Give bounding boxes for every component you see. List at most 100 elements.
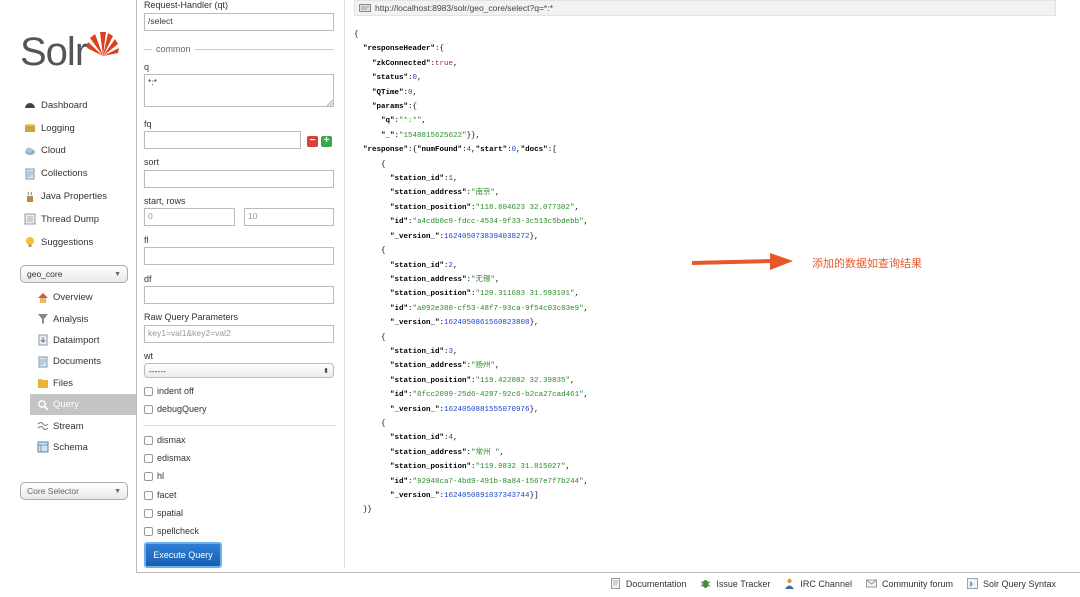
doc-station-position: "118.804623 32.077302" <box>475 203 575 212</box>
doc-station-id: 3 <box>448 347 454 356</box>
core-item-dataimport[interactable]: Dataimport <box>30 330 136 351</box>
wt-select[interactable]: ------ ⬍ <box>144 363 334 378</box>
footer-label: Solr Query Syntax <box>982 578 1056 589</box>
core-item-label: Files <box>53 377 74 389</box>
core-item-files[interactable]: Files <box>30 373 136 394</box>
nav-item-dashboard[interactable]: Dashboard <box>24 94 136 117</box>
doc-station-address: "无锡" <box>471 275 496 284</box>
add-fq-button[interactable]: + <box>321 136 332 147</box>
url-icon <box>359 4 371 12</box>
core-item-overview[interactable]: Overview <box>30 287 136 308</box>
doc-station-address: "扬州" <box>471 362 496 371</box>
bulb-icon <box>26 237 34 248</box>
indent-checkbox[interactable]: indent off <box>144 386 194 396</box>
bug-icon <box>701 580 711 588</box>
doc-station-id: 4 <box>448 434 454 443</box>
core-item-label: Documents <box>53 356 102 368</box>
solr-sun-icon <box>87 32 119 56</box>
core-item-schema[interactable]: Schema <box>30 437 136 458</box>
nav-label: Suggestions <box>41 236 94 248</box>
hl-checkbox[interactable]: hl <box>144 471 164 481</box>
nav-item-suggestions[interactable]: Suggestions <box>24 231 136 254</box>
resize-handle-icon[interactable] <box>327 100 333 106</box>
doc-station-id: 1 <box>448 175 454 184</box>
start-input[interactable]: 0 <box>144 208 235 226</box>
spellcheck-checkbox[interactable]: spellcheck <box>144 526 199 536</box>
edismax-checkbox[interactable]: edismax <box>144 453 191 463</box>
wt-label: wt <box>144 351 153 361</box>
schema-icon <box>37 441 49 453</box>
status-value: 0 <box>412 74 418 83</box>
query-url[interactable]: http://localhost:8983/solr/geo_core/sele… <box>375 3 553 13</box>
core-item-label: Overview <box>53 292 93 304</box>
spatial-checkbox[interactable]: spatial <box>144 508 183 518</box>
filter-icon <box>38 314 48 325</box>
footer-link-issue-tracker[interactable]: Issue Tracker <box>700 578 770 589</box>
nav-item-logging[interactable]: Logging <box>24 117 136 140</box>
edismax-label: edismax <box>157 453 191 463</box>
raw-params-input[interactable]: key1=val1&key2=val2 <box>144 325 334 343</box>
debug-query-checkbox[interactable]: debugQuery <box>144 404 207 414</box>
core-item-label: Query <box>53 399 79 411</box>
q-textarea[interactable]: *:* <box>144 74 334 107</box>
nav-item-collections[interactable]: Collections <box>24 162 136 185</box>
section-divider <box>144 425 336 426</box>
core-selector-value: Core Selector <box>27 486 79 496</box>
core-item-label: Analysis <box>53 313 89 325</box>
core-selector-dropdown[interactable]: Core Selector ▼ <box>20 482 128 500</box>
doc-station-id: 2 <box>448 261 454 270</box>
nav-label: Logging <box>41 122 75 134</box>
query-result: { "responseHeader":{ "zkConnected":true,… <box>354 31 589 515</box>
execute-query-button[interactable]: Execute Query <box>144 542 222 568</box>
core-item-query[interactable]: Query <box>30 393 136 416</box>
sort-input[interactable] <box>144 170 334 188</box>
nav-item-java-properties[interactable]: Java Properties <box>24 185 136 208</box>
q-label: q <box>144 62 150 72</box>
footer-label: IRC Channel <box>800 578 852 589</box>
footer-link-irc-channel[interactable]: IRC Channel <box>784 578 852 589</box>
core-item-stream[interactable]: Stream <box>30 415 136 436</box>
nav-item-thread-dump[interactable]: Thread Dump <box>24 208 136 231</box>
footer-link-community-forum[interactable]: Community forum <box>865 578 953 589</box>
column-separator <box>344 0 345 568</box>
core-item-analysis[interactable]: Analysis <box>30 308 136 329</box>
cloud-icon <box>25 147 35 155</box>
dismax-checkbox[interactable]: dismax <box>144 435 186 445</box>
documentation-icon <box>610 578 620 589</box>
solr-logo[interactable]: Solr <box>20 26 124 78</box>
num-found-value: 4 <box>466 146 472 155</box>
query-url-bar[interactable]: http://localhost:8983/solr/geo_core/sele… <box>354 0 1056 16</box>
request-handler-input[interactable]: /select <box>144 13 334 31</box>
chevron-down-icon: ▼ <box>114 487 121 495</box>
fl-input[interactable] <box>144 247 334 265</box>
common-section-label: common <box>156 44 191 54</box>
core-item-documents[interactable]: Documents <box>30 351 136 372</box>
home-icon <box>38 292 48 303</box>
java-icon <box>27 191 33 202</box>
dataimport-icon <box>38 334 48 346</box>
core-item-label: Schema <box>53 441 88 453</box>
hl-label: hl <box>157 471 165 481</box>
doc-station-position: "119.422082 32.39835" <box>475 376 571 385</box>
doc-id: "a092e380-cf53-48f7-93ca-9f54c03c03e9" <box>412 304 584 313</box>
doc-version: 1624050738394038272 <box>444 232 530 241</box>
footer-link-documentation[interactable]: Documentation <box>610 578 686 589</box>
param-underscore-value: "1548815625622" <box>399 131 467 140</box>
zk-connected-value: true <box>435 59 454 68</box>
rows-input[interactable]: 10 <box>244 208 334 226</box>
nav-item-cloud[interactable]: Cloud <box>24 140 136 163</box>
fq-input[interactable] <box>144 131 301 149</box>
facet-checkbox[interactable]: facet <box>144 490 177 500</box>
core-select-value: geo_core <box>27 269 63 279</box>
request-handler-label: Request-Handler (qt) <box>144 0 229 10</box>
irc-icon <box>785 578 795 589</box>
footer-link-query-syntax[interactable]: Solr Query Syntax <box>966 578 1056 589</box>
param-q-value: "*:*" <box>399 117 422 126</box>
remove-fq-button[interactable]: − <box>307 136 318 147</box>
stream-icon <box>37 422 49 431</box>
nav-label: Cloud <box>41 145 66 157</box>
syntax-icon <box>966 578 978 589</box>
annotation-arrow-icon <box>692 253 793 270</box>
core-select-dropdown[interactable]: geo_core ▼ <box>20 265 128 283</box>
df-input[interactable] <box>144 286 334 304</box>
